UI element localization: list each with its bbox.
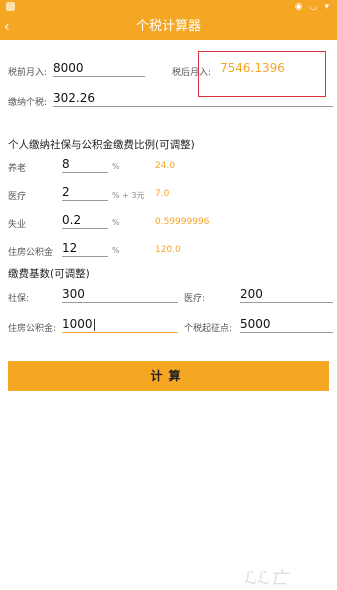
watermark-logo: ℒℒ亡: [244, 568, 288, 589]
pension-amount: 24.0: [155, 161, 176, 171]
page-title: 个税计算器: [135, 19, 201, 34]
base-section-title: 缴费基数(可调整): [8, 268, 90, 280]
housing-base-input[interactable]: 1000: [62, 317, 178, 333]
unemployment-rate-input[interactable]: 0.2: [62, 213, 108, 229]
housing-fund-unit: %: [112, 246, 120, 255]
tax-threshold-input[interactable]: 5000: [240, 317, 333, 333]
tax-paid-value: 302.26: [53, 91, 333, 107]
pre-tax-label: 税前月入:: [8, 68, 48, 78]
pension-label: 养老: [8, 164, 27, 174]
unemployment-label: 失业: [8, 220, 27, 230]
signal-icon: ▾: [324, 2, 329, 12]
housing-fund-rate-input[interactable]: 12: [62, 241, 108, 257]
housing-base-label: 住房公积金:: [8, 324, 57, 334]
tax-threshold-label: 个税起征点:: [184, 324, 233, 334]
calculate-button[interactable]: 计算: [8, 361, 329, 391]
status-icons: ◉ ◡ ▾: [295, 0, 329, 14]
medical-unit: % + 3元: [112, 191, 145, 200]
pension-rate-input[interactable]: 8: [62, 157, 108, 173]
medical-rate-input[interactable]: 2: [62, 185, 108, 201]
pension-unit: %: [112, 162, 120, 171]
social-base-input[interactable]: 300: [62, 287, 178, 303]
housing-fund-amount: 120.0: [155, 245, 181, 255]
medical-base-label: 医疗:: [184, 294, 206, 304]
unemployment-amount: 0.59999996: [155, 217, 210, 227]
medical-amount: 7.0: [155, 189, 170, 199]
medical-label: 医疗: [8, 192, 27, 202]
location-icon: ◉: [294, 2, 303, 12]
app-notification-icon: [6, 2, 15, 11]
housing-fund-label: 住房公积金: [8, 248, 54, 258]
title-bar: ‹ 个税计算器: [0, 14, 337, 40]
unemployment-unit: %: [112, 218, 120, 227]
pre-tax-input[interactable]: 8000: [53, 61, 145, 77]
text-cursor: [93, 318, 95, 331]
ratio-section-title: 个人缴纳社保与公积金缴费比例(可调整): [8, 139, 195, 151]
status-bar: ◉ ◡ ▾: [0, 0, 337, 14]
social-base-label: 社保:: [8, 294, 30, 304]
tax-paid-label: 缴纳个税:: [8, 98, 48, 108]
wifi-icon: ◡: [309, 2, 318, 12]
medical-base-input[interactable]: 200: [240, 287, 333, 303]
